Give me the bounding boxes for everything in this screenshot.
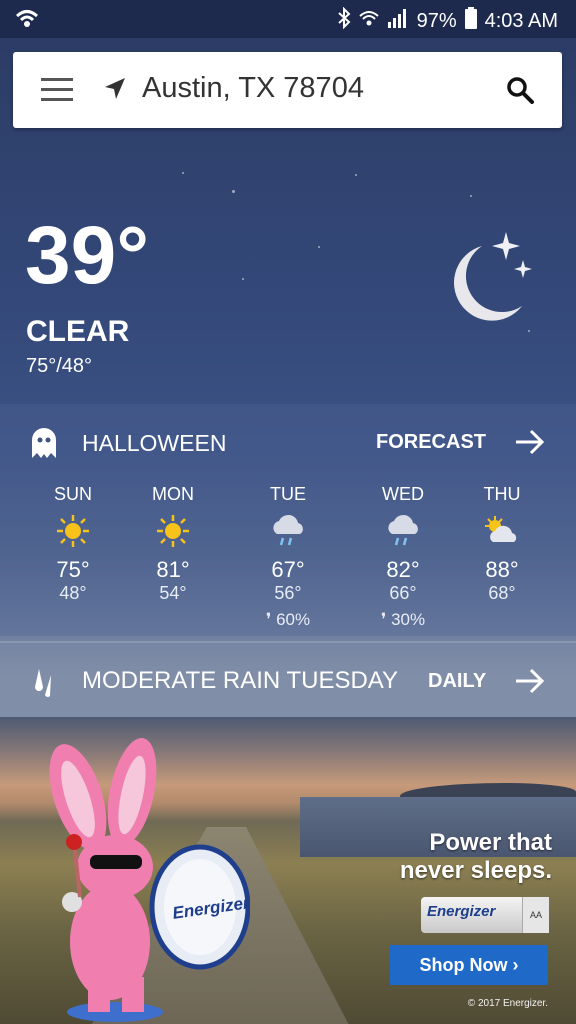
status-bar: 97% 4:03 AM <box>0 0 576 38</box>
forecast-title: HALLOWEEN <box>82 430 227 456</box>
battery-icon <box>464 7 477 35</box>
rain-alert-text: MODERATE RAIN TUESDAY <box>82 667 399 694</box>
rain-cloud-icon <box>358 511 448 551</box>
battery-product-image: Energizer AA <box>421 897 549 933</box>
sun-icon <box>28 511 118 551</box>
day-name: MON <box>152 484 194 504</box>
bluetooth-icon <box>337 6 351 35</box>
precip-chance: 30% <box>391 610 426 629</box>
day-name: WED <box>382 484 424 504</box>
forecast-day[interactable]: TUE 67° 56° ❜ 60% <box>243 484 333 630</box>
location-search-bar[interactable]: Austin, TX 78704 <box>13 52 562 128</box>
raindrop-icon: ❜ <box>265 610 272 629</box>
clear-night-moon-icon <box>440 228 540 328</box>
location-name[interactable]: Austin, TX 78704 <box>142 72 364 105</box>
day-high: 81° <box>156 557 190 582</box>
location-arrow-icon[interactable] <box>103 76 127 107</box>
day-high: 67° <box>271 557 305 582</box>
wifi-icon <box>358 8 379 34</box>
ad-tagline-line1: Power that <box>429 829 552 856</box>
daily-link[interactable]: DAILY <box>428 670 486 693</box>
forecast-day[interactable]: SUN 75° 48° <box>28 484 118 604</box>
day-low: 68° <box>488 583 516 603</box>
signal-icon <box>387 8 409 34</box>
battery-size: AA <box>522 897 549 933</box>
high-low-temperature: 75°/48° <box>26 355 93 377</box>
day-high: 75° <box>56 557 90 582</box>
day-high: 82° <box>386 557 420 582</box>
clock: 4:03 AM <box>484 9 558 32</box>
rain-cloud-icon <box>243 511 333 551</box>
battery-percent: 97% <box>416 9 457 32</box>
forecast-day[interactable]: MON 81° 54° <box>128 484 218 604</box>
menu-icon[interactable] <box>41 78 73 102</box>
day-name: THU <box>483 484 521 504</box>
forecast-panel: HALLOWEEN FORECAST SUN 75° 48° MON 81° 5… <box>0 404 576 636</box>
ad-tagline: Power that never sleeps. <box>400 829 552 885</box>
battery-brand: Energizer <box>427 903 496 920</box>
day-low: 66° <box>389 583 417 603</box>
partly-cloudy-icon <box>457 511 547 551</box>
current-condition: CLEAR <box>26 315 130 348</box>
sun-icon <box>128 511 218 551</box>
day-high: 88° <box>485 557 519 582</box>
wifi-calling-icon <box>14 8 40 35</box>
day-low: 48° <box>59 583 87 603</box>
shop-now-button[interactable]: Shop Now › <box>390 945 548 985</box>
forecast-arrow-icon[interactable] <box>514 428 546 461</box>
daily-arrow-icon[interactable] <box>514 667 546 700</box>
current-temperature: 39° <box>25 210 150 301</box>
rain-alert-bar[interactable]: MODERATE RAIN TUESDAY DAILY <box>0 641 576 719</box>
ad-tagline-line2: never sleeps. <box>399 857 552 884</box>
day-name: TUE <box>270 484 306 504</box>
forecast-link[interactable]: FORECAST <box>376 431 486 454</box>
search-icon[interactable] <box>506 76 534 109</box>
precip-chance: 60% <box>276 610 311 629</box>
day-low: 54° <box>159 583 187 603</box>
ad-copyright: © 2017 Energizer. <box>467 998 548 1009</box>
day-name: SUN <box>53 484 92 504</box>
energizer-ad[interactable]: Energizer Power that never sleeps. Energ… <box>0 717 576 1024</box>
day-low: 56° <box>274 583 302 603</box>
energizer-bunny-image: Energizer <box>40 737 252 1024</box>
forecast-day[interactable]: THU 88° 68° <box>457 484 547 604</box>
raindrop-icon: ❜ <box>380 610 387 629</box>
ghost-icon <box>30 426 58 465</box>
forecast-day[interactable]: WED 82° 66° ❜ 30% <box>358 484 448 630</box>
raindrop-icon <box>33 667 55 702</box>
